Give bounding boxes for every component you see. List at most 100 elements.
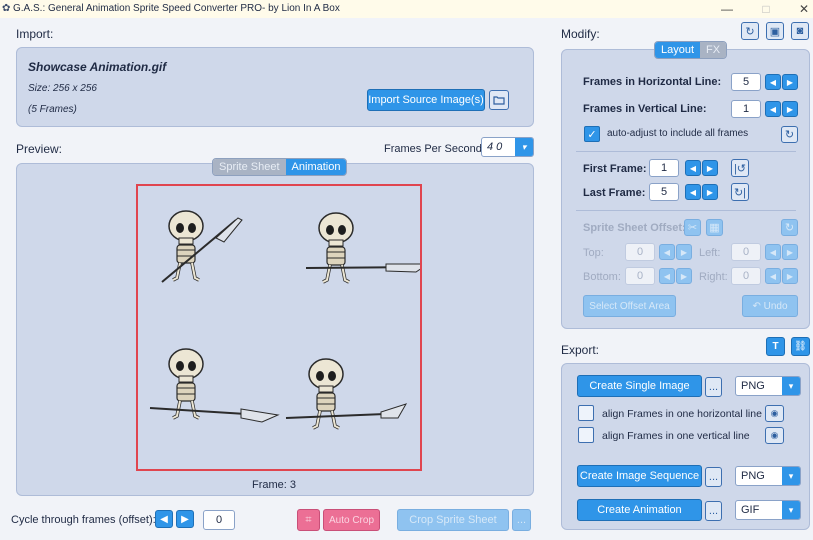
frames-vertical-label: Frames in Vertical Line: — [583, 103, 707, 115]
frames-horizontal-inc[interactable]: ▶ — [782, 74, 798, 90]
last-frame-label: Last Frame: — [583, 187, 646, 199]
preview-canvas — [136, 184, 430, 471]
auto-adjust-checkbox[interactable]: ✓ — [584, 126, 600, 142]
bottom-inc[interactable]: ▶ — [676, 268, 692, 284]
animation-format-dropdown[interactable]: GIF ▾ — [735, 500, 801, 520]
top-input[interactable]: 0 — [625, 243, 655, 261]
modify-mode-toggle: Layout FX — [654, 41, 728, 59]
window-title: G.A.S.: General Animation Sprite Speed C… — [13, 3, 340, 14]
chevron-down-icon: ▾ — [782, 377, 800, 395]
fps-dropdown[interactable]: 4 0 ▾ — [481, 137, 534, 157]
offset-refresh-button[interactable]: ↻ — [781, 219, 798, 236]
offset-cut-button[interactable]: ✂ — [684, 219, 701, 236]
check-icon: ✓ — [587, 128, 597, 141]
last-frame-reset-button[interactable]: ↻| — [731, 183, 749, 201]
auto-adjust-label: auto-adjust to include all frames — [607, 128, 749, 139]
tab-layout[interactable]: Layout — [655, 42, 701, 58]
folder-button[interactable] — [489, 90, 509, 110]
top-inc[interactable]: ▶ — [676, 244, 692, 260]
align-vertical-checkbox[interactable] — [578, 427, 594, 443]
rotate-icon: ↻ — [745, 25, 755, 38]
left-dec[interactable]: ◀ — [765, 244, 781, 260]
preview-section-label: Preview: — [16, 142, 63, 156]
tab-sprite-sheet[interactable]: Sprite Sheet — [213, 159, 286, 175]
modify-divider-1 — [576, 151, 796, 152]
import-source-button[interactable]: Import Source Image(s) — [367, 89, 485, 111]
single-format-dropdown[interactable]: PNG ▾ — [735, 376, 801, 396]
right-inc[interactable]: ▶ — [782, 268, 798, 284]
single-image-more-button[interactable]: ... — [705, 377, 722, 397]
rotate-button[interactable]: ↻ — [741, 22, 759, 40]
crop-more-button[interactable]: ... — [512, 509, 531, 531]
bottom-label: Bottom: — [583, 271, 621, 283]
text-icon: T — [772, 341, 779, 352]
offset-grid-button[interactable]: ▦ — [706, 219, 723, 236]
first-frame-dec[interactable]: ◀ — [685, 160, 701, 176]
chevron-down-icon: ▾ — [782, 501, 800, 519]
auto-adjust-refresh-button[interactable]: ↻ — [781, 126, 798, 143]
last-frame-dec[interactable]: ◀ — [685, 184, 701, 200]
left-input[interactable]: 0 — [731, 243, 761, 261]
bottom-dec[interactable]: ◀ — [659, 268, 675, 284]
skeleton-sprites — [149, 209, 430, 430]
align-horizontal-checkbox[interactable] — [578, 405, 594, 421]
image-sequence-more-button[interactable]: ... — [705, 467, 722, 487]
frames-horizontal-input[interactable]: 5 — [731, 73, 761, 91]
cycle-prev-button[interactable]: ◀ — [155, 510, 173, 528]
modify-section-label: Modify: — [561, 27, 600, 41]
frames-horizontal-label: Frames in Horizontal Line: — [583, 76, 722, 88]
crop-sprite-sheet-button[interactable]: Crop Sprite Sheet — [397, 509, 509, 531]
frames-vertical-inc[interactable]: ▶ — [782, 101, 798, 117]
select-offset-area-button[interactable]: Select Offset Area — [583, 295, 676, 317]
tab-fx[interactable]: FX — [700, 42, 727, 58]
undo-button[interactable]: ↶ Undo — [742, 295, 798, 317]
sequence-format-dropdown[interactable]: PNG ▾ — [735, 466, 801, 486]
bottom-input[interactable]: 0 — [625, 267, 655, 285]
cycle-label: Cycle through frames (offset): — [11, 514, 156, 526]
right-dec[interactable]: ◀ — [765, 268, 781, 284]
import-section-label: Import: — [16, 27, 54, 41]
gift-button[interactable]: ▣ — [766, 22, 784, 40]
frames-horizontal-dec[interactable]: ◀ — [765, 74, 781, 90]
top-label: Top: — [583, 247, 604, 259]
reset-first-icon: |↺ — [733, 162, 747, 175]
create-animation-button[interactable]: Create Animation — [577, 499, 702, 521]
chevron-down-icon: ▾ — [515, 138, 533, 156]
last-frame-inc[interactable]: ▶ — [702, 184, 718, 200]
frames-vertical-dec[interactable]: ◀ — [765, 101, 781, 117]
frame-label: Frame: 3 — [252, 479, 297, 491]
create-single-image-button[interactable]: Create Single Image — [577, 375, 702, 397]
first-frame-input[interactable]: 1 — [649, 159, 679, 177]
tab-animation[interactable]: Animation — [285, 159, 347, 175]
last-frame-input[interactable]: 5 — [649, 183, 679, 201]
save-button[interactable]: ◙ — [791, 22, 809, 40]
text-button[interactable]: T — [766, 337, 785, 356]
grid-icon: ▦ — [709, 222, 720, 234]
auto-crop-icon-button[interactable]: ⌗ — [297, 509, 320, 531]
left-inc[interactable]: ▶ — [782, 244, 798, 260]
modify-divider-2 — [576, 210, 796, 211]
crop-icon: ⌗ — [305, 513, 312, 526]
right-input[interactable]: 0 — [731, 267, 761, 285]
cycle-offset-input[interactable]: 0 — [203, 510, 235, 530]
link-button[interactable]: ⛓ — [791, 337, 810, 356]
animation-more-button[interactable]: ... — [705, 501, 722, 521]
create-image-sequence-button[interactable]: Create Image Sequence — [577, 465, 702, 487]
align-horizontal-preview-button[interactable]: ◉ — [765, 405, 784, 422]
first-frame-reset-button[interactable]: |↺ — [731, 159, 749, 177]
first-frame-label: First Frame: — [583, 163, 647, 175]
top-dec[interactable]: ◀ — [659, 244, 675, 260]
align-vertical-label: align Frames in one vertical line — [602, 430, 750, 442]
align-horizontal-label: align Frames in one horizontal line — [602, 408, 762, 420]
close-button[interactable]: ✕ — [796, 1, 812, 17]
maximize-button[interactable]: □ — [758, 1, 774, 17]
frames-vertical-input[interactable]: 1 — [731, 100, 761, 118]
auto-crop-button[interactable]: Auto Crop — [323, 509, 380, 531]
first-frame-inc[interactable]: ▶ — [702, 160, 718, 176]
minimize-button[interactable]: — — [719, 1, 735, 17]
cycle-next-button[interactable]: ▶ — [176, 510, 194, 528]
chevron-down-icon: ▾ — [782, 467, 800, 485]
preview-mode-toggle: Sprite Sheet Animation — [212, 158, 348, 176]
import-size: Size: 256 x 256 — [28, 83, 97, 94]
align-vertical-preview-button[interactable]: ◉ — [765, 427, 784, 444]
